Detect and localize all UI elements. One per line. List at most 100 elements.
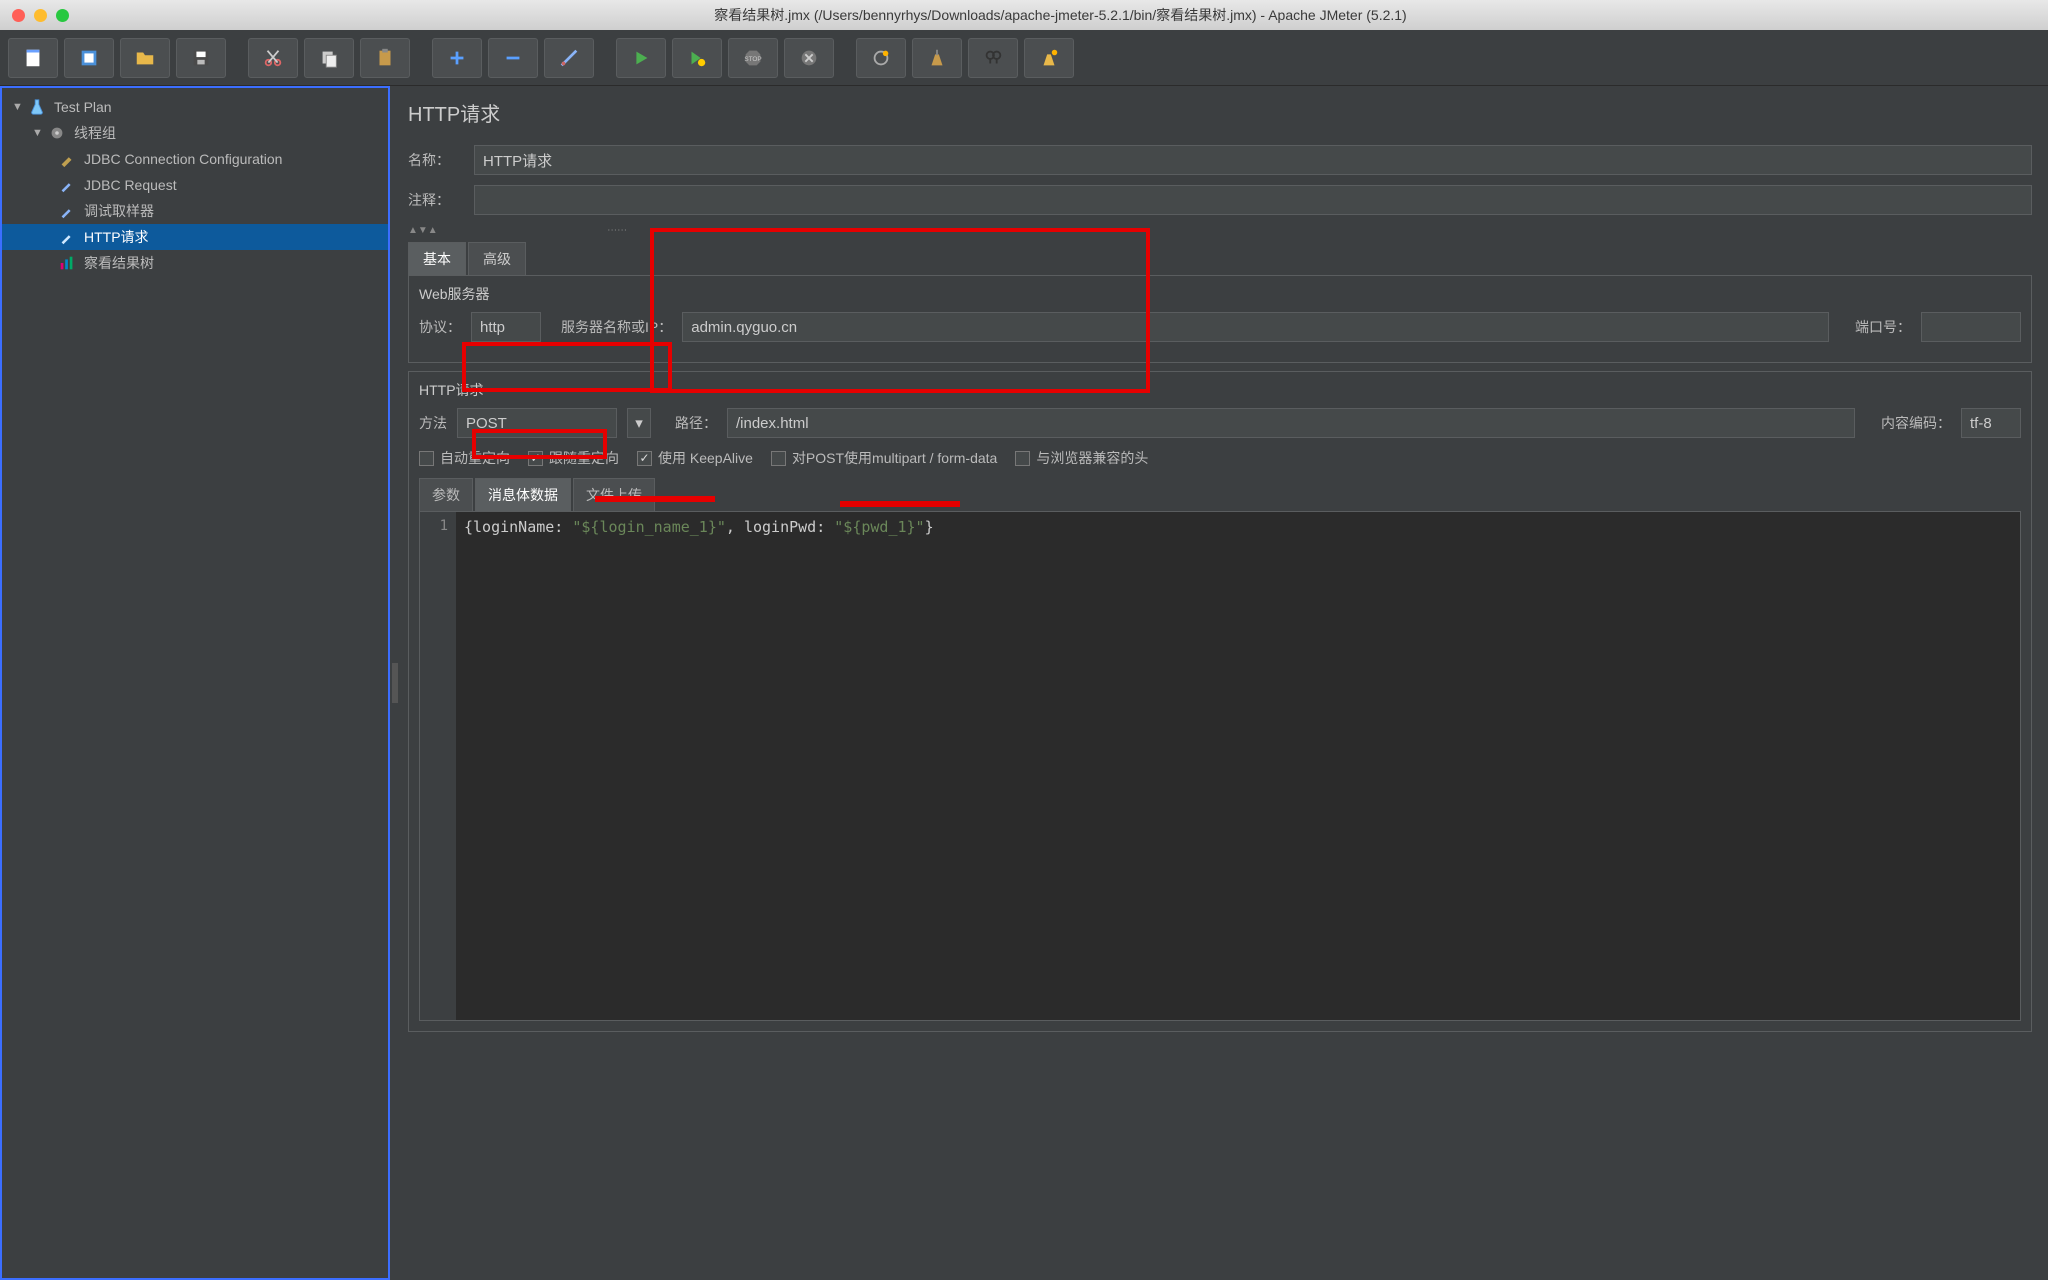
method-dropdown-icon[interactable]: ▾	[627, 408, 651, 438]
subtab-params[interactable]: 参数	[419, 478, 473, 511]
panel-title: HTTP请求	[408, 98, 2032, 127]
web-server-group: Web服务器 协议： 服务器名称或IP： 端口号：	[408, 275, 2032, 363]
code-text: {loginName:	[464, 518, 572, 536]
tree-toggle-icon[interactable]: ▼	[12, 101, 24, 113]
tree-node-debug-sampler[interactable]: 调试取样器	[2, 198, 388, 224]
tree-label: 察看结果树	[80, 253, 154, 273]
open-button[interactable]	[120, 38, 170, 78]
checkbox-label: 跟随重定向	[549, 448, 619, 468]
keepalive-checkbox[interactable]: 使用 KeepAlive	[637, 448, 753, 468]
maximize-window-button[interactable]	[56, 9, 69, 22]
chart-icon	[58, 254, 76, 272]
browser-compat-checkbox[interactable]: 与浏览器兼容的头	[1015, 448, 1148, 468]
tree-node-thread-group[interactable]: ▼ 线程组	[2, 120, 388, 146]
minimize-window-button[interactable]	[34, 9, 47, 22]
tree-label: Test Plan	[50, 99, 112, 115]
group-title: Web服务器	[419, 284, 2021, 304]
code-text: }	[925, 518, 934, 536]
dropper-icon	[58, 176, 76, 194]
shutdown-button[interactable]	[784, 38, 834, 78]
encoding-label: 内容编码：	[1881, 413, 1951, 433]
panel-collapse-handle[interactable]: ▲▼▲ ⋯⋯	[408, 225, 2032, 236]
new-button[interactable]	[8, 38, 58, 78]
checkbox-label: 使用 KeepAlive	[658, 448, 753, 468]
svg-text:STOP: STOP	[744, 55, 761, 62]
body-editor[interactable]: 1 {loginName: "${login_name_1}", loginPw…	[419, 511, 2021, 1021]
path-label: 路径：	[675, 413, 717, 433]
path-input[interactable]	[727, 408, 1855, 438]
body-code[interactable]: {loginName: "${login_name_1}", loginPwd:…	[456, 512, 2020, 1020]
protocol-input[interactable]	[471, 312, 541, 342]
code-string: "${login_name_1}"	[572, 518, 726, 536]
method-label: 方法	[419, 413, 447, 433]
stop-button[interactable]: STOP	[728, 38, 778, 78]
server-label: 服务器名称或IP：	[561, 317, 672, 337]
tree-node-jdbc-config[interactable]: JDBC Connection Configuration	[2, 146, 388, 172]
start-no-timers-button[interactable]	[672, 38, 722, 78]
clear-all-button[interactable]	[912, 38, 962, 78]
body-tabs: 参数 消息体数据 文件上传	[419, 478, 2021, 511]
method-select[interactable]	[457, 408, 617, 438]
start-button[interactable]	[616, 38, 666, 78]
templates-button[interactable]	[64, 38, 114, 78]
config-tabs: 基本 高级	[408, 242, 2032, 275]
close-window-button[interactable]	[12, 9, 25, 22]
http-request-group: HTTP请求 方法 ▾ 路径： 内容编码： 自动重定向 跟随重定向 使用 Kee…	[408, 371, 2032, 1032]
port-input[interactable]	[1921, 312, 2021, 342]
checkbox-label: 与浏览器兼容的头	[1036, 448, 1148, 468]
tree-label: JDBC Request	[80, 177, 177, 193]
tree-node-jdbc-request[interactable]: JDBC Request	[2, 172, 388, 198]
cut-button[interactable]	[248, 38, 298, 78]
code-text: , loginPwd:	[726, 518, 834, 536]
paste-button[interactable]	[360, 38, 410, 78]
window-titlebar: 察看结果树.jmx (/Users/bennyrhys/Downloads/ap…	[0, 0, 2048, 30]
detail-panel: HTTP请求 名称： 注释： ▲▼▲ ⋯⋯ 基本 高级 Web服务器 协议：	[400, 86, 2048, 1280]
tree-label: 调试取样器	[80, 201, 154, 221]
tab-advanced[interactable]: 高级	[468, 242, 526, 275]
tree-label: 线程组	[70, 123, 116, 143]
main-toolbar: STOP	[0, 30, 2048, 86]
encoding-input[interactable]	[1961, 408, 2021, 438]
code-string: "${pwd_1}"	[834, 518, 924, 536]
dropper-icon	[58, 202, 76, 220]
dropper-icon	[58, 228, 76, 246]
window-title: 察看结果树.jmx (/Users/bennyrhys/Downloads/ap…	[85, 5, 2036, 25]
wrench-icon	[58, 150, 76, 168]
server-input[interactable]	[682, 312, 1829, 342]
tree-node-test-plan[interactable]: ▼ Test Plan	[2, 94, 388, 120]
search-button[interactable]	[968, 38, 1018, 78]
save-button[interactable]	[176, 38, 226, 78]
line-number: 1	[420, 518, 448, 534]
toggle-button[interactable]	[544, 38, 594, 78]
test-plan-tree[interactable]: ▼ Test Plan ▼ 线程组 JDBC Connection Config…	[0, 86, 390, 1280]
main-area: ▼ Test Plan ▼ 线程组 JDBC Connection Config…	[0, 86, 2048, 1280]
vertical-splitter[interactable]	[390, 86, 400, 1280]
checkbox-label: 自动重定向	[440, 448, 510, 468]
collapse-button[interactable]	[488, 38, 538, 78]
tree-toggle-icon[interactable]: ▼	[32, 127, 44, 139]
subtab-body[interactable]: 消息体数据	[475, 478, 571, 511]
clear-button[interactable]	[856, 38, 906, 78]
copy-button[interactable]	[304, 38, 354, 78]
tab-basic[interactable]: 基本	[408, 242, 466, 275]
protocol-label: 协议：	[419, 317, 461, 337]
tree-label: JDBC Connection Configuration	[80, 151, 282, 167]
follow-redirect-checkbox[interactable]: 跟随重定向	[528, 448, 619, 468]
expand-button[interactable]	[432, 38, 482, 78]
name-input[interactable]	[474, 145, 2032, 175]
window-controls	[12, 9, 69, 22]
comment-label: 注释：	[408, 190, 474, 210]
comment-input[interactable]	[474, 185, 2032, 215]
name-label: 名称：	[408, 150, 474, 170]
reset-search-button[interactable]	[1024, 38, 1074, 78]
checkbox-label: 对POST使用multipart / form-data	[792, 448, 997, 468]
tree-node-http-request[interactable]: HTTP请求	[2, 224, 388, 250]
tree-node-view-results-tree[interactable]: 察看结果树	[2, 250, 388, 276]
port-label: 端口号：	[1855, 317, 1911, 337]
group-title: HTTP请求	[419, 380, 2021, 400]
line-gutter: 1	[420, 512, 456, 1020]
multipart-checkbox[interactable]: 对POST使用multipart / form-data	[771, 448, 997, 468]
auto-redirect-checkbox[interactable]: 自动重定向	[419, 448, 510, 468]
subtab-files[interactable]: 文件上传	[573, 478, 655, 511]
flask-icon	[28, 98, 46, 116]
